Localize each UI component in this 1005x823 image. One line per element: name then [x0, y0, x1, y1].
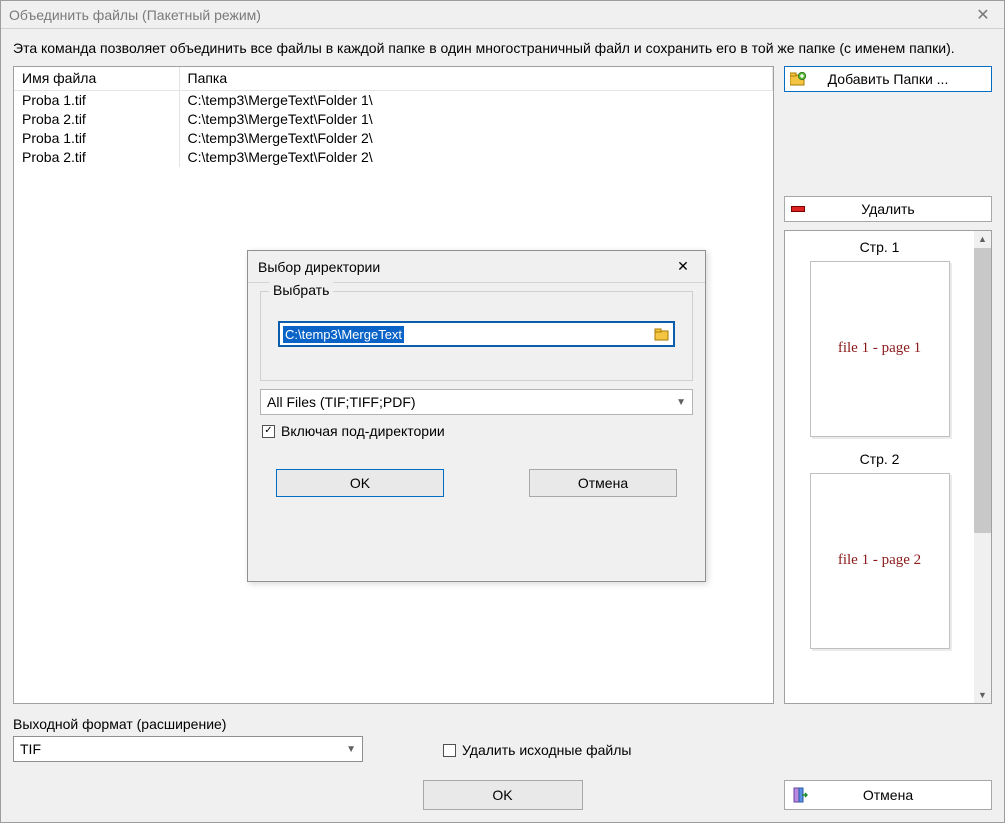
- cell-folder: C:\temp3\MergeText\Folder 2\: [179, 148, 773, 167]
- main-window: Объединить файлы (Пакетный режим) ✕ Эта …: [0, 0, 1005, 823]
- preview-panel: Стр. 1 file 1 - page 1 Стр. 2 file 1 - p…: [784, 230, 992, 704]
- preview-thumbnail-text: file 1 - page 2: [838, 552, 921, 569]
- cancel-label: Отмена: [863, 787, 913, 803]
- dialog-button-row: OK Отмена: [260, 469, 693, 497]
- cell-folder: C:\temp3\MergeText\Folder 1\: [179, 110, 773, 129]
- spacer: [260, 451, 693, 461]
- preview-thumbnail: file 1 - page 2: [810, 473, 950, 649]
- titlebar: Объединить файлы (Пакетный режим) ✕: [1, 1, 1004, 29]
- chevron-down-icon: ▼: [978, 690, 987, 700]
- folder-add-icon: [789, 70, 807, 88]
- file-filter-select[interactable]: All Files (TIF;TIFF;PDF) ▼: [260, 389, 693, 415]
- scroll-down-button[interactable]: ▼: [974, 686, 991, 703]
- dialog-body: Выбрать C:\temp3\MergeText All Files (TI…: [248, 283, 705, 509]
- right-column: Добавить Папки ... Удалить Стр. 1 file 1…: [784, 66, 992, 704]
- window-close-button[interactable]: ✕: [962, 1, 1004, 28]
- table-row[interactable]: Proba 2.tif C:\temp3\MergeText\Folder 1\: [14, 110, 773, 129]
- checkbox-box: [443, 744, 456, 757]
- preview-item-label: Стр. 1: [860, 239, 900, 255]
- column-header-name[interactable]: Имя файла: [14, 67, 179, 91]
- cell-folder: C:\temp3\MergeText\Folder 2\: [179, 129, 773, 148]
- table-row[interactable]: Proba 1.tif C:\temp3\MergeText\Folder 2\: [14, 129, 773, 148]
- preview-item-label: Стр. 2: [860, 451, 900, 467]
- scroll-thumb[interactable]: [974, 248, 991, 533]
- dialog-titlebar: Выбор директории ✕: [248, 251, 705, 283]
- dialog-title: Выбор директории: [258, 259, 380, 275]
- cell-name: Proba 1.tif: [14, 90, 179, 110]
- browse-button[interactable]: [653, 326, 671, 342]
- file-table: Имя файла Папка Proba 1.tif C:\temp3\Mer…: [14, 67, 773, 167]
- delete-sources-label: Удалить исходные файлы: [462, 742, 631, 758]
- include-subdirs-label: Включая под-директории: [281, 423, 445, 439]
- output-format-group: Выходной формат (расширение) TIF ▼: [13, 716, 363, 762]
- table-row[interactable]: Proba 2.tif C:\temp3\MergeText\Folder 2\: [14, 148, 773, 167]
- chevron-down-icon: ▼: [346, 744, 356, 755]
- folder-icon: [654, 328, 670, 341]
- cell-name: Proba 2.tif: [14, 110, 179, 129]
- include-subdirs-checkbox[interactable]: ✓ Включая под-директории: [260, 423, 693, 443]
- output-format-label: Выходной формат (расширение): [13, 716, 363, 732]
- delete-sources-checkbox[interactable]: Удалить исходные файлы: [443, 742, 631, 762]
- cell-folder: C:\temp3\MergeText\Folder 1\: [179, 90, 773, 110]
- cell-name: Proba 1.tif: [14, 129, 179, 148]
- path-value: C:\temp3\MergeText: [283, 326, 404, 343]
- preview-list[interactable]: Стр. 1 file 1 - page 1 Стр. 2 file 1 - p…: [785, 231, 974, 703]
- directory-dialog: Выбор директории ✕ Выбрать C:\temp3\Merg…: [247, 250, 706, 582]
- preview-thumbnail-text: file 1 - page 1: [838, 340, 921, 357]
- ok-button[interactable]: OK: [423, 780, 583, 810]
- format-row: Выходной формат (расширение) TIF ▼ Удали…: [13, 716, 992, 762]
- window-title: Объединить файлы (Пакетный режим): [9, 7, 261, 23]
- bottom-area: Выходной формат (расширение) TIF ▼ Удали…: [1, 704, 1004, 822]
- chevron-up-icon: ▲: [978, 234, 987, 244]
- file-filter-value: All Files (TIF;TIFF;PDF): [267, 394, 416, 410]
- chevron-down-icon: ▼: [676, 397, 686, 408]
- scroll-track[interactable]: [974, 248, 991, 686]
- spacer: [784, 100, 992, 188]
- cancel-button[interactable]: Отмена: [784, 780, 992, 810]
- main-button-row: OK Отмена: [13, 780, 992, 810]
- preview-item[interactable]: Стр. 2 file 1 - page 2: [810, 451, 950, 649]
- dialog-cancel-button[interactable]: Отмена: [529, 469, 677, 497]
- close-icon: ✕: [976, 5, 989, 25]
- dialog-ok-button[interactable]: OK: [276, 469, 444, 497]
- add-folders-label: Добавить Папки ...: [791, 71, 985, 87]
- output-format-value: TIF: [20, 741, 41, 757]
- table-row[interactable]: Proba 1.tif C:\temp3\MergeText\Folder 1\: [14, 90, 773, 110]
- preview-item[interactable]: Стр. 1 file 1 - page 1: [810, 239, 950, 437]
- exit-icon: [791, 786, 809, 804]
- close-icon: ✕: [677, 258, 689, 275]
- delete-icon: [789, 200, 807, 218]
- groupbox-legend: Выбрать: [269, 282, 333, 298]
- dialog-close-button[interactable]: ✕: [669, 256, 697, 278]
- preview-thumbnail: file 1 - page 1: [810, 261, 950, 437]
- cell-name: Proba 2.tif: [14, 148, 179, 167]
- description-text: Эта команда позволяет объединить все фай…: [1, 29, 1004, 66]
- add-folders-button[interactable]: Добавить Папки ...: [784, 66, 992, 92]
- column-header-folder[interactable]: Папка: [179, 67, 773, 91]
- scroll-up-button[interactable]: ▲: [974, 231, 991, 248]
- output-format-select[interactable]: TIF ▼: [13, 736, 363, 762]
- delete-button[interactable]: Удалить: [784, 196, 992, 222]
- checkbox-box: ✓: [262, 425, 275, 438]
- select-groupbox: Выбрать C:\temp3\MergeText: [260, 291, 693, 381]
- path-input[interactable]: C:\temp3\MergeText: [279, 322, 674, 346]
- delete-label: Удалить: [791, 201, 985, 217]
- preview-scrollbar[interactable]: ▲ ▼: [974, 231, 991, 703]
